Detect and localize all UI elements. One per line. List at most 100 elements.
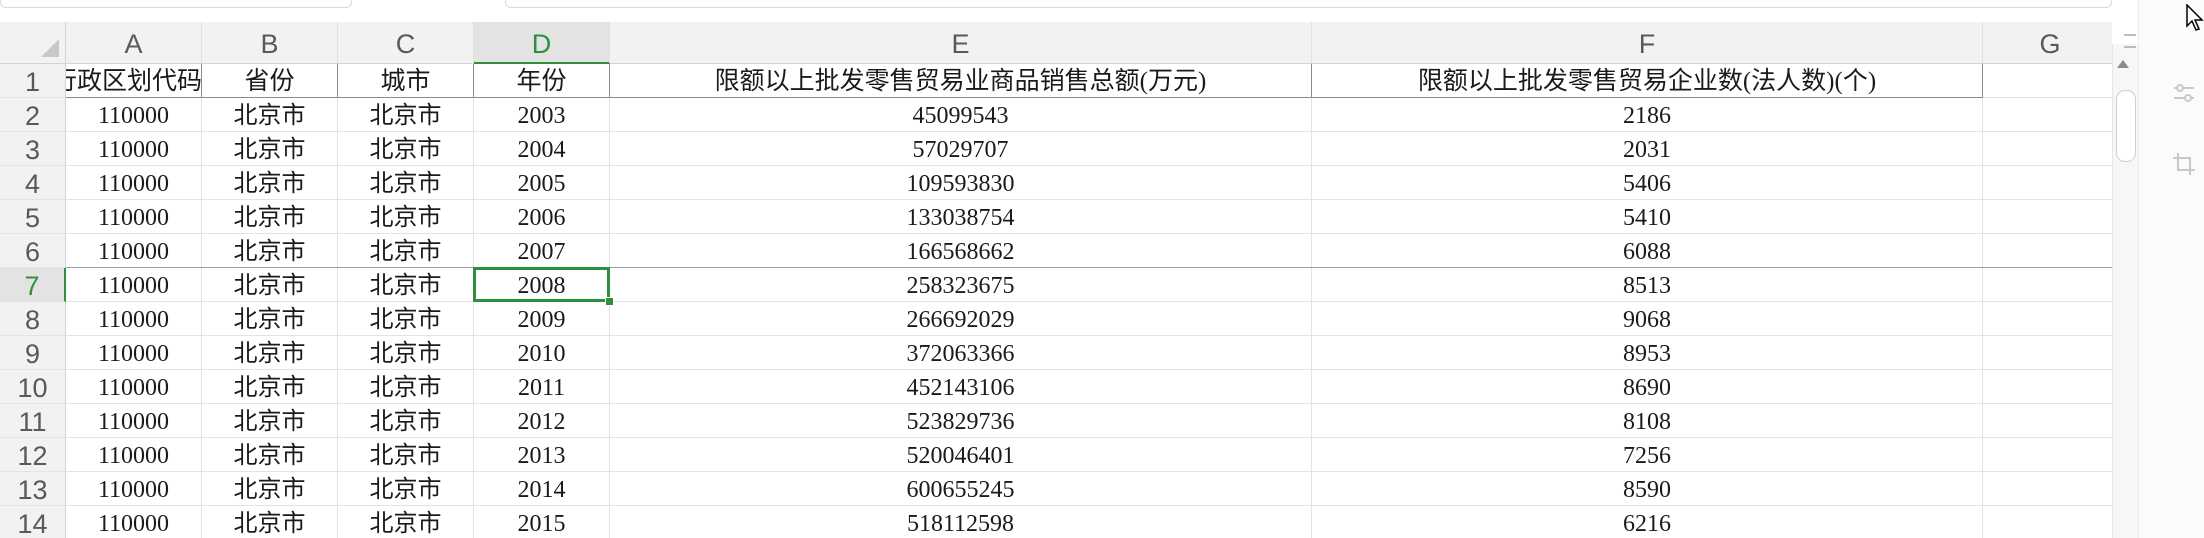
- table-cell[interactable]: 266692029: [610, 302, 1312, 336]
- table-cell[interactable]: 北京市: [338, 438, 474, 472]
- scroll-up-icon[interactable]: [2117, 60, 2129, 68]
- table-cell[interactable]: 2012: [474, 404, 610, 438]
- table-cell[interactable]: 8513: [1312, 268, 1983, 302]
- table-cell[interactable]: 523829736: [610, 404, 1312, 438]
- row-header-14[interactable]: 14: [0, 506, 66, 538]
- table-cell[interactable]: 2011: [474, 370, 610, 404]
- table-cell[interactable]: 2009: [474, 302, 610, 336]
- table-cell[interactable]: 8108: [1312, 404, 1983, 438]
- table-cell[interactable]: 北京市: [202, 132, 338, 166]
- column-header-c[interactable]: C: [338, 22, 474, 64]
- table-cell[interactable]: [1983, 234, 2112, 268]
- table-cell[interactable]: 北京市: [338, 370, 474, 404]
- column-header-b[interactable]: B: [202, 22, 338, 64]
- table-cell[interactable]: 北京市: [338, 506, 474, 538]
- table-cell[interactable]: [1983, 132, 2112, 166]
- table-cell[interactable]: 133038754: [610, 200, 1312, 234]
- table-cell[interactable]: 北京市: [338, 166, 474, 200]
- name-box[interactable]: [0, 0, 352, 8]
- row-header-10[interactable]: 10: [0, 370, 66, 404]
- table-cell[interactable]: 57029707: [610, 132, 1312, 166]
- table-cell[interactable]: 北京市: [338, 200, 474, 234]
- column-header-a[interactable]: A: [66, 22, 202, 64]
- table-cell[interactable]: [1983, 336, 2112, 370]
- table-cell[interactable]: [1983, 370, 2112, 404]
- row-header-13[interactable]: 13: [0, 472, 66, 506]
- table-cell[interactable]: 109593830: [610, 166, 1312, 200]
- table-cell[interactable]: 2015: [474, 506, 610, 538]
- table-cell[interactable]: 北京市: [202, 438, 338, 472]
- row-header-3[interactable]: 3: [0, 132, 66, 166]
- table-cell[interactable]: 北京市: [202, 268, 338, 302]
- column-header-d[interactable]: D: [474, 22, 610, 64]
- row-header-1[interactable]: 1: [0, 64, 66, 98]
- header-cell[interactable]: 限额以上批发零售贸易业商品销售总额(万元): [610, 64, 1312, 98]
- table-cell[interactable]: [1983, 302, 2112, 336]
- table-cell[interactable]: 北京市: [202, 472, 338, 506]
- table-cell[interactable]: [1983, 506, 2112, 538]
- row-header-7[interactable]: 7: [0, 268, 66, 302]
- table-cell[interactable]: 452143106: [610, 370, 1312, 404]
- header-cell[interactable]: [1983, 64, 2112, 98]
- table-cell[interactable]: 6216: [1312, 506, 1983, 538]
- table-cell[interactable]: 110000: [66, 200, 202, 234]
- row-header-4[interactable]: 4: [0, 166, 66, 200]
- table-cell[interactable]: 北京市: [202, 200, 338, 234]
- table-cell[interactable]: 110000: [66, 268, 202, 302]
- select-all-corner[interactable]: [0, 22, 66, 64]
- table-cell[interactable]: 372063366: [610, 336, 1312, 370]
- table-cell[interactable]: 北京市: [338, 98, 474, 132]
- table-cell[interactable]: 110000: [66, 132, 202, 166]
- table-cell[interactable]: 8953: [1312, 336, 1983, 370]
- table-cell[interactable]: 2007: [474, 234, 610, 268]
- table-cell[interactable]: 2014: [474, 472, 610, 506]
- table-cell[interactable]: 5406: [1312, 166, 1983, 200]
- column-header-g[interactable]: G: [1983, 22, 2112, 64]
- table-cell[interactable]: [1983, 438, 2112, 472]
- table-cell[interactable]: [1983, 268, 2112, 302]
- column-header-f[interactable]: F: [1312, 22, 1983, 64]
- scrollbar-thumb[interactable]: [2116, 90, 2136, 162]
- table-cell[interactable]: 9068: [1312, 302, 1983, 336]
- table-cell[interactable]: 北京市: [338, 234, 474, 268]
- header-cell[interactable]: 城市: [338, 64, 474, 98]
- table-cell[interactable]: 2186: [1312, 98, 1983, 132]
- table-cell[interactable]: 北京市: [202, 234, 338, 268]
- table-cell[interactable]: 45099543: [610, 98, 1312, 132]
- table-cell[interactable]: 北京市: [338, 336, 474, 370]
- table-cell[interactable]: 北京市: [202, 506, 338, 538]
- table-cell[interactable]: 北京市: [338, 132, 474, 166]
- table-cell[interactable]: [1983, 404, 2112, 438]
- row-header-8[interactable]: 8: [0, 302, 66, 336]
- column-header-e[interactable]: E: [610, 22, 1312, 64]
- row-header-5[interactable]: 5: [0, 200, 66, 234]
- table-cell[interactable]: 110000: [66, 336, 202, 370]
- table-cell[interactable]: 北京市: [338, 404, 474, 438]
- row-header-12[interactable]: 12: [0, 438, 66, 472]
- table-cell[interactable]: 2010: [474, 336, 610, 370]
- table-cell[interactable]: 110000: [66, 404, 202, 438]
- row-header-9[interactable]: 9: [0, 336, 66, 370]
- table-cell[interactable]: 520046401: [610, 438, 1312, 472]
- table-cell[interactable]: 110000: [66, 166, 202, 200]
- table-cell[interactable]: 110000: [66, 98, 202, 132]
- row-header-2[interactable]: 2: [0, 98, 66, 132]
- table-cell[interactable]: 258323675: [610, 268, 1312, 302]
- table-cell[interactable]: 110000: [66, 438, 202, 472]
- formula-bar[interactable]: [505, 0, 2112, 8]
- row-header-11[interactable]: 11: [0, 404, 66, 438]
- table-cell[interactable]: 北京市: [202, 166, 338, 200]
- table-cell[interactable]: 北京市: [202, 302, 338, 336]
- table-cell[interactable]: 2005: [474, 166, 610, 200]
- table-cell[interactable]: 110000: [66, 370, 202, 404]
- table-cell[interactable]: 7256: [1312, 438, 1983, 472]
- table-cell[interactable]: 600655245: [610, 472, 1312, 506]
- table-cell[interactable]: 北京市: [338, 472, 474, 506]
- table-cell[interactable]: 2031: [1312, 132, 1983, 166]
- row-header-6[interactable]: 6: [0, 234, 66, 268]
- table-cell[interactable]: 110000: [66, 234, 202, 268]
- table-cell[interactable]: 166568662: [610, 234, 1312, 268]
- header-cell[interactable]: 行政区划代码: [66, 64, 202, 98]
- table-cell[interactable]: 2006: [474, 200, 610, 234]
- table-cell[interactable]: 北京市: [202, 370, 338, 404]
